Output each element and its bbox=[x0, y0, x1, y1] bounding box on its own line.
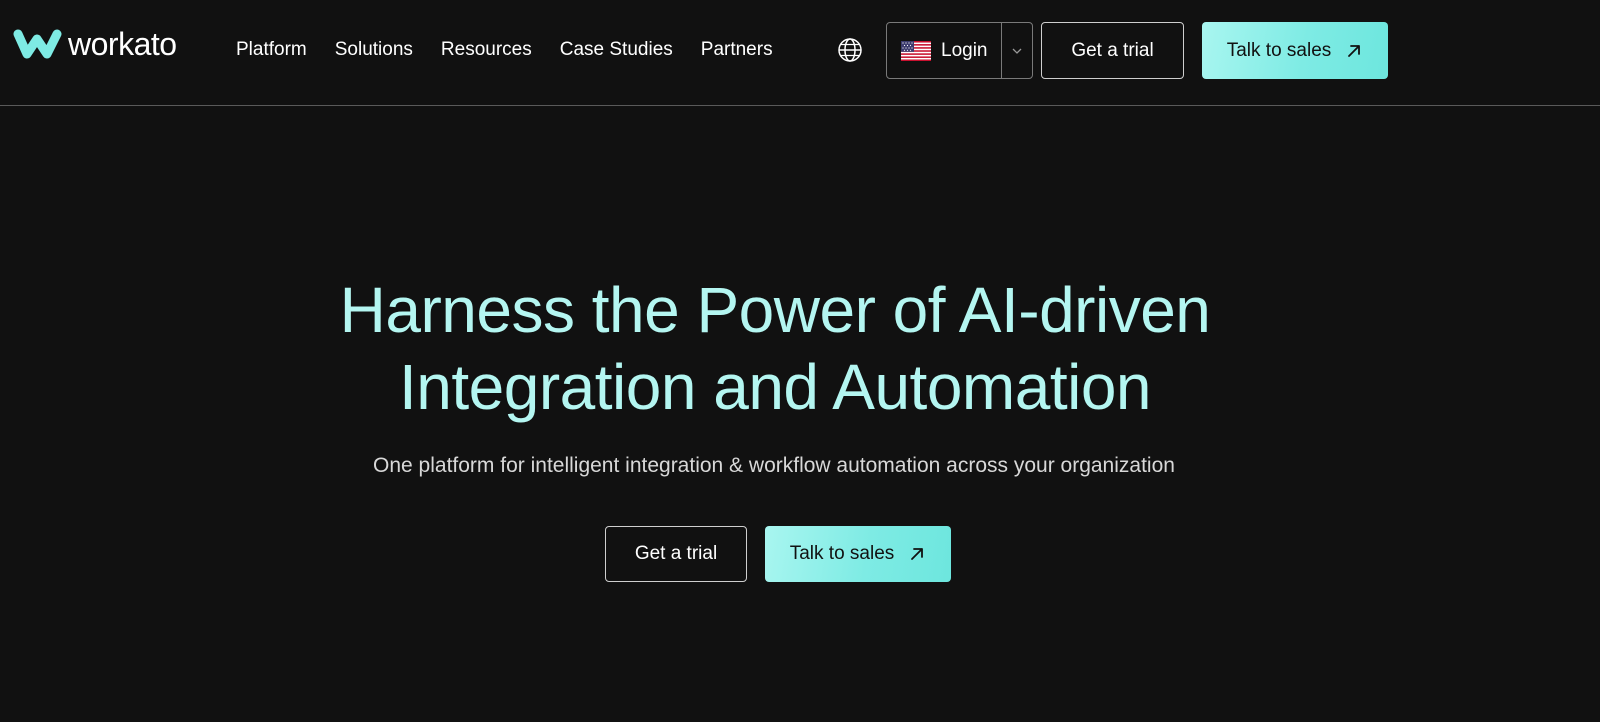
brand-name: workato bbox=[68, 26, 177, 62]
hero-title-line-2: Integration and Automation bbox=[399, 351, 1152, 423]
login-label: Login bbox=[941, 39, 988, 61]
hero-title-line-1: Harness the Power of AI-driven bbox=[339, 274, 1211, 346]
arrow-up-right-icon bbox=[911, 548, 924, 560]
header-talk-to-sales-button[interactable]: Talk to sales bbox=[1202, 22, 1388, 79]
login-button[interactable]: Login bbox=[887, 23, 1001, 78]
hero-get-trial-button[interactable]: Get a trial bbox=[605, 526, 747, 582]
arrow-up-right-icon bbox=[1348, 44, 1361, 57]
nav-item-resources[interactable]: Resources bbox=[441, 35, 532, 65]
nav-item-solutions[interactable]: Solutions bbox=[335, 35, 413, 65]
header-talk-to-sales-label: Talk to sales bbox=[1226, 39, 1332, 61]
us-flag-icon bbox=[901, 40, 931, 61]
header-get-trial-button[interactable]: Get a trial bbox=[1041, 22, 1184, 79]
workato-logo-icon bbox=[13, 29, 62, 59]
main-nav: Platform Solutions Resources Case Studie… bbox=[236, 35, 801, 65]
login-dropdown-toggle[interactable] bbox=[1001, 23, 1032, 78]
page: workato Platform Solutions Resources Cas… bbox=[0, 0, 1600, 722]
nav-item-platform[interactable]: Platform bbox=[236, 35, 307, 65]
chevron-down-icon bbox=[1012, 48, 1022, 54]
hero-get-trial-label: Get a trial bbox=[634, 543, 718, 564]
globe-icon[interactable] bbox=[837, 37, 863, 63]
workato-logo[interactable]: workato bbox=[13, 25, 177, 63]
hero-talk-to-sales-label: Talk to sales bbox=[789, 543, 895, 564]
header-get-trial-label: Get a trial bbox=[1071, 39, 1154, 61]
nav-item-partners[interactable]: Partners bbox=[701, 35, 773, 65]
hero-subtitle: One platform for intelligent integration… bbox=[373, 454, 1175, 477]
login-group: Login bbox=[886, 22, 1033, 79]
nav-item-case-studies[interactable]: Case Studies bbox=[560, 35, 673, 65]
hero-talk-to-sales-button[interactable]: Talk to sales bbox=[765, 526, 951, 582]
site-header: workato Platform Solutions Resources Cas… bbox=[0, 0, 1600, 106]
hero-title: Harness the Power of AI-driven Integrati… bbox=[0, 272, 1550, 426]
